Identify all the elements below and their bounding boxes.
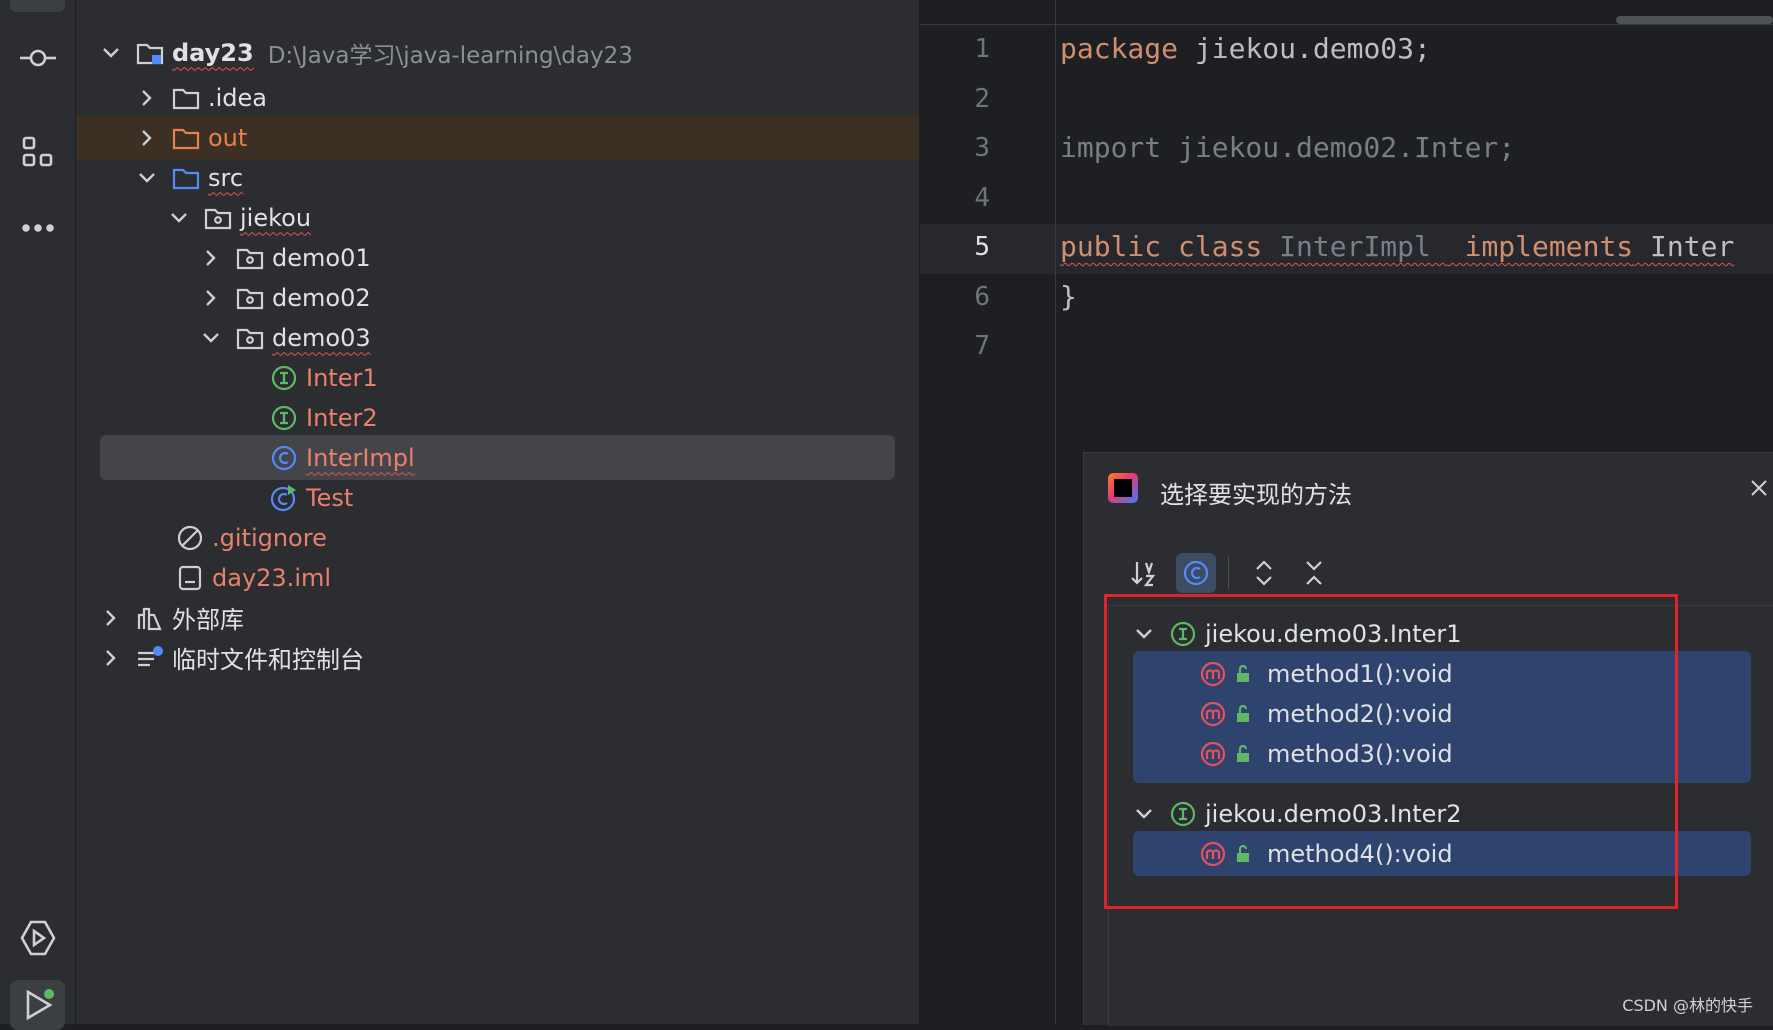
root-name: day23 xyxy=(172,38,254,67)
line-gutter: 1 2 3 4 5 6 7 xyxy=(920,0,1056,1024)
chevron-right-icon[interactable] xyxy=(100,607,122,629)
line-number: 4 xyxy=(974,183,990,213)
package-icon xyxy=(204,204,232,232)
intellij-logo-icon xyxy=(1108,473,1138,503)
tree-item-inter2[interactable]: Inter2 xyxy=(76,395,919,440)
interface-icon xyxy=(270,364,298,392)
library-icon xyxy=(136,604,164,632)
chevron-right-icon[interactable] xyxy=(136,127,158,149)
tree-item-demo01[interactable]: demo01 xyxy=(76,235,919,280)
ignore-file-icon xyxy=(176,524,204,552)
tree-item-scratches[interactable]: 临时文件和控制台 xyxy=(76,635,919,680)
sort-alphabetically-icon[interactable] xyxy=(1124,553,1164,593)
toolbar-separator xyxy=(1228,557,1229,589)
line-number: 2 xyxy=(974,84,990,114)
scratches-icon xyxy=(136,644,164,672)
line-number: 3 xyxy=(974,133,990,163)
code-line-6[interactable]: } xyxy=(1060,280,1077,313)
tool-window-strip xyxy=(0,0,76,1030)
chevron-right-icon[interactable] xyxy=(100,647,122,669)
tree-item-demo03[interactable]: demo03 xyxy=(76,315,919,360)
chevron-right-icon[interactable] xyxy=(200,287,222,309)
services-icon[interactable] xyxy=(10,918,65,958)
highlight-annotation-box xyxy=(1104,594,1678,909)
tree-item-external-libraries[interactable]: 外部库 xyxy=(76,595,919,640)
chevron-down-icon[interactable] xyxy=(200,327,222,349)
project-tree: day23 D:\Java学习\java-learning\day23 .ide… xyxy=(76,0,919,1024)
chevron-down-icon[interactable] xyxy=(100,42,122,64)
tree-item-jiekou[interactable]: jiekou xyxy=(76,195,919,240)
project-tool-button[interactable] xyxy=(10,0,65,12)
tree-item-inter1[interactable]: Inter1 xyxy=(76,355,919,400)
line-number: 6 xyxy=(974,282,990,312)
tree-item-src[interactable]: src xyxy=(76,155,919,200)
code-line-3[interactable]: import jiekou.demo02.Inter; xyxy=(1060,131,1515,164)
class-icon xyxy=(270,444,298,472)
tree-item-out[interactable]: out xyxy=(76,115,919,160)
package-icon xyxy=(236,244,264,272)
tree-item-test[interactable]: Test xyxy=(76,475,919,520)
chevron-down-icon[interactable] xyxy=(168,207,190,229)
source-folder-icon xyxy=(172,164,200,192)
code-line-5[interactable]: public class InterImpl implements Inter xyxy=(1060,230,1734,263)
close-icon[interactable] xyxy=(1744,473,1773,503)
watermark: CSDN @林的快手 xyxy=(1622,996,1753,1015)
tree-item-demo02[interactable]: demo02 xyxy=(76,275,919,320)
horizontal-scrollbar[interactable] xyxy=(1616,16,1773,24)
runnable-class-icon xyxy=(270,484,298,512)
tree-item-iml[interactable]: day23.iml xyxy=(76,555,919,600)
chevron-right-icon[interactable] xyxy=(200,247,222,269)
chevron-down-icon[interactable] xyxy=(136,167,158,189)
excluded-folder-icon xyxy=(172,124,200,152)
root-path: D:\Java学习\java-learning\day23 xyxy=(267,42,633,69)
tree-item-idea[interactable]: .idea xyxy=(76,75,919,120)
show-classes-icon[interactable] xyxy=(1176,553,1216,593)
more-icon[interactable] xyxy=(10,208,65,248)
commit-icon[interactable] xyxy=(10,38,65,78)
line-number: 1 xyxy=(974,34,990,64)
dialog-title: 选择要实现的方法 xyxy=(1160,481,1352,509)
line-number-current: 5 xyxy=(974,232,990,262)
package-icon xyxy=(236,324,264,352)
module-file-icon xyxy=(176,564,204,592)
tree-item-interimpl[interactable]: InterImpl xyxy=(100,435,895,480)
collapse-all-icon[interactable] xyxy=(1294,553,1334,593)
package-icon xyxy=(236,284,264,312)
tree-item-gitignore[interactable]: .gitignore xyxy=(76,515,919,560)
folder-icon xyxy=(172,84,200,112)
expand-all-icon[interactable] xyxy=(1244,553,1284,593)
interface-icon xyxy=(270,404,298,432)
line-number: 7 xyxy=(974,331,990,361)
run-icon[interactable] xyxy=(10,980,65,1030)
chevron-right-icon[interactable] xyxy=(136,87,158,109)
module-folder-icon xyxy=(136,39,164,67)
structure-icon[interactable] xyxy=(10,132,65,172)
code-line-1[interactable]: package jiekou.demo03; xyxy=(1060,32,1431,65)
tree-root-day23[interactable]: day23 D:\Java学习\java-learning\day23 xyxy=(76,30,919,75)
